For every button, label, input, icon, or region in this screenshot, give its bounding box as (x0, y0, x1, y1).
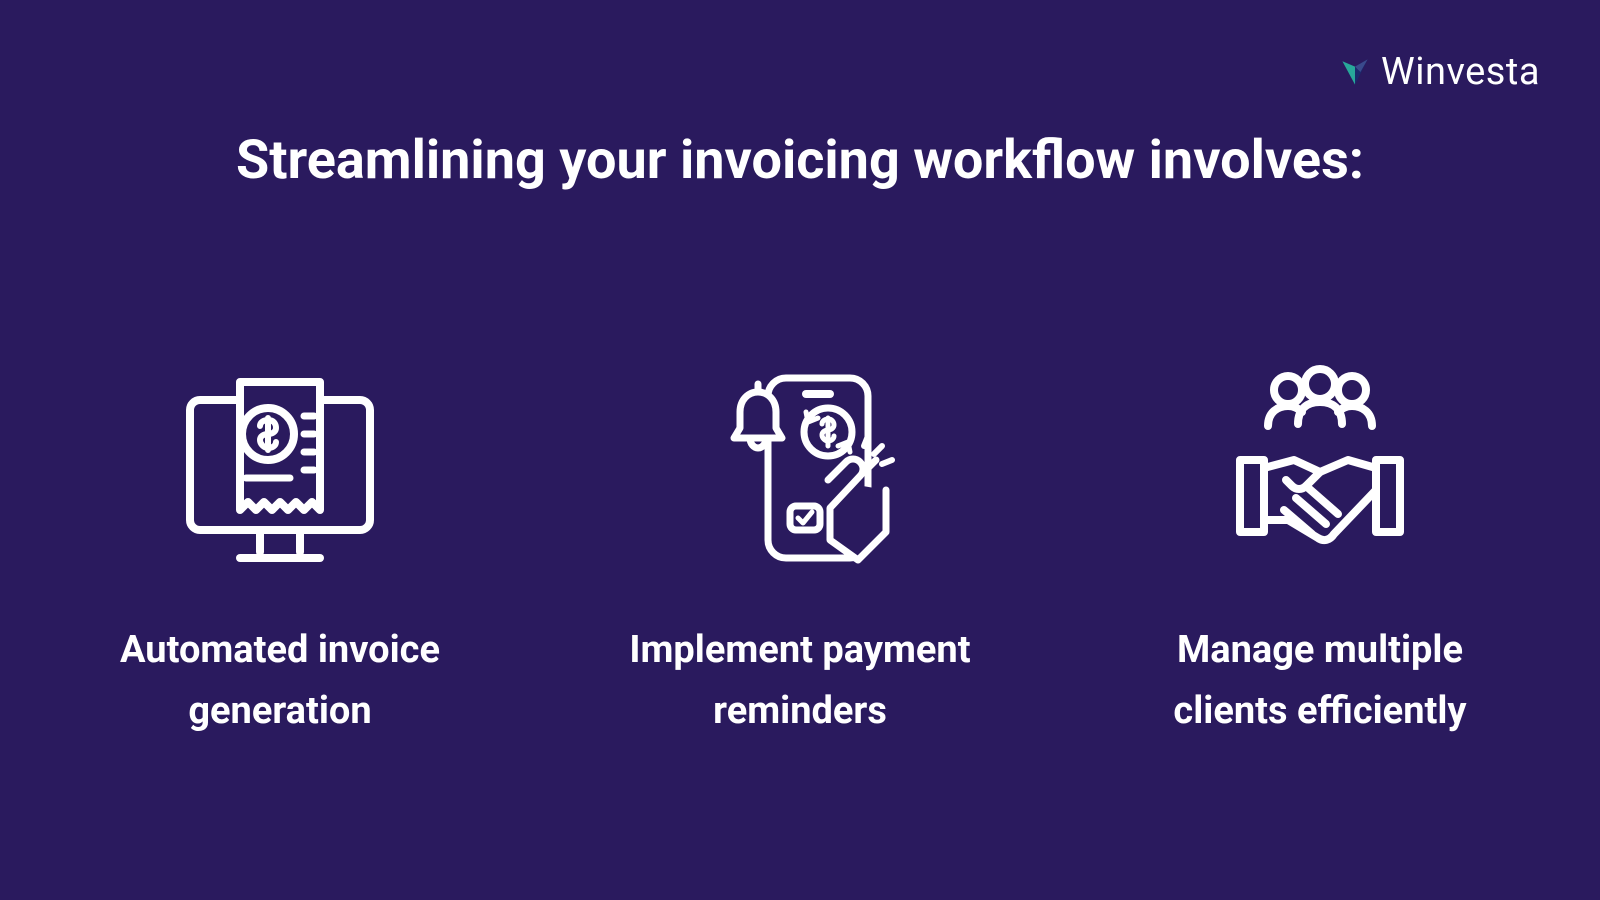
phone-bell-icon (690, 340, 910, 600)
feature-label: Implement payment reminders (610, 620, 990, 742)
brand-logo-icon (1337, 54, 1373, 90)
page-title: Streamlining your invoicing workflow inv… (0, 120, 1600, 201)
features-row: Automated invoice generation (0, 340, 1600, 742)
feature-manage-clients: Manage multiple clients efficiently (1130, 340, 1510, 742)
invoice-computer-icon (170, 340, 390, 600)
brand-logo: Winvesta (1337, 50, 1540, 94)
feature-label: Automated invoice generation (90, 620, 470, 742)
feature-payment-reminders: Implement payment reminders (610, 340, 990, 742)
brand-name: Winvesta (1381, 50, 1540, 94)
feature-label: Manage multiple clients efficiently (1130, 620, 1510, 742)
feature-automated-invoice: Automated invoice generation (90, 340, 470, 742)
team-handshake-icon (1210, 340, 1430, 600)
